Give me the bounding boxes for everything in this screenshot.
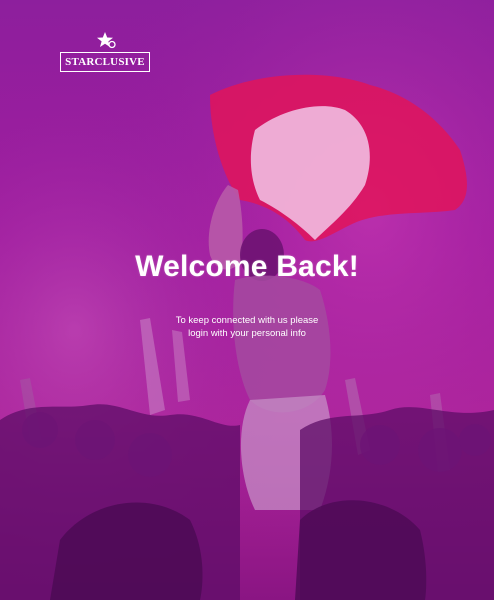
star-icon [97,32,116,49]
subtitle-line-2: login with your personal info [188,328,306,339]
welcome-screen: STARCLUSIVE Welcome Back! To keep connec… [0,0,494,600]
logo-wordmark-box: STARCLUSIVE [60,52,150,72]
logo-text: STARCLUSIVE [65,56,145,68]
welcome-title: Welcome Back! [135,250,359,283]
concert-background-image [0,0,494,600]
subtitle-line-1: To keep connected with us please [175,315,319,326]
starclusive-logo: STARCLUSIVE [60,32,152,74]
welcome-subtitle: To keep connected with us please login w… [0,314,494,340]
